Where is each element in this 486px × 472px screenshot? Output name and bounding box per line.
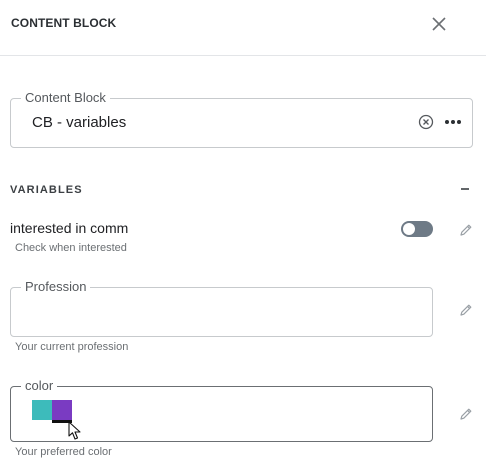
variables-section-title: VARIABLES	[10, 184, 83, 196]
edit-profession-button[interactable]	[459, 303, 473, 317]
content-block-panel: CONTENT BLOCK Content Block CB - variabl…	[0, 0, 486, 472]
mouse-pointer-icon	[68, 421, 81, 440]
close-icon	[432, 17, 446, 31]
color-picker-field[interactable]: color	[10, 377, 433, 442]
collapse-section-button[interactable]	[458, 182, 472, 196]
color-hint: Your preferred color	[15, 446, 112, 458]
panel-header: CONTENT BLOCK	[0, 0, 486, 56]
more-options-button[interactable]	[443, 113, 463, 131]
circle-x-icon	[418, 114, 434, 130]
edit-color-button[interactable]	[459, 407, 473, 421]
clear-button[interactable]	[418, 114, 434, 130]
close-button[interactable]	[428, 13, 450, 35]
edit-interested-button[interactable]	[459, 223, 473, 237]
panel-title: CONTENT BLOCK	[11, 16, 117, 30]
color-label: color	[21, 377, 58, 395]
content-block-label: Content Block	[21, 89, 110, 107]
profession-label: Profession	[21, 278, 91, 296]
toggle-knob	[403, 223, 415, 235]
interested-variable-label: interested in comm	[10, 220, 129, 236]
color-swatch-teal[interactable]	[32, 400, 52, 420]
pencil-icon	[460, 224, 472, 236]
minus-icon	[461, 188, 469, 190]
interested-toggle[interactable]	[401, 221, 433, 237]
pencil-icon	[460, 304, 472, 316]
more-horizontal-icon	[445, 120, 461, 124]
profession-hint: Your current profession	[15, 341, 129, 353]
pencil-icon	[460, 408, 472, 420]
content-block-value: CB - variables	[32, 114, 127, 131]
profession-input[interactable]: Profession	[10, 278, 433, 337]
selected-swatch-indicator	[52, 420, 72, 423]
color-swatch-purple[interactable]	[52, 400, 72, 420]
interested-hint: Check when interested	[15, 242, 127, 254]
content-block-select[interactable]: Content Block CB - variables	[10, 89, 473, 148]
